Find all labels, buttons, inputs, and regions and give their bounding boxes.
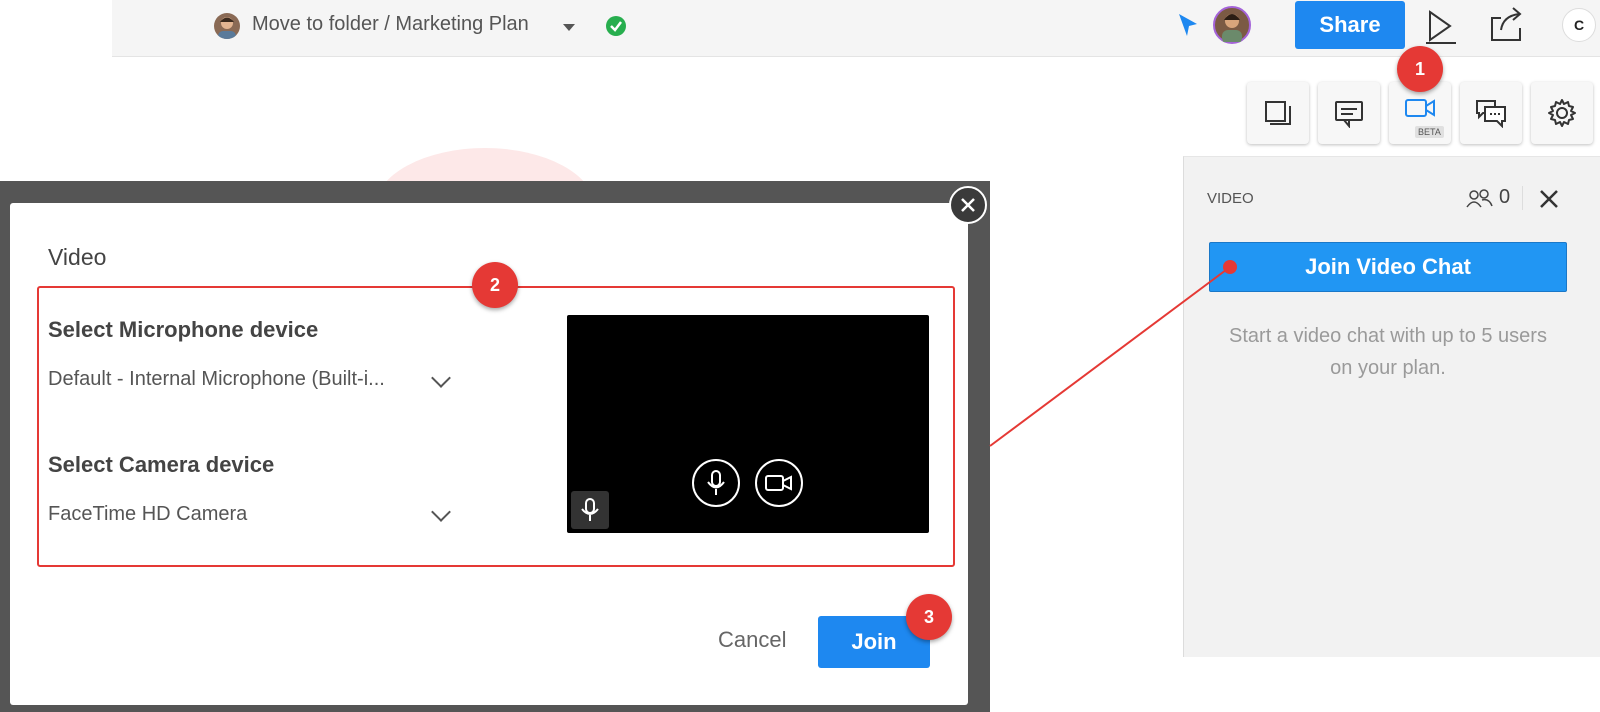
callout-badge: 1	[1397, 46, 1443, 92]
callout-badge: 3	[906, 594, 952, 640]
callout-badge: 2	[472, 262, 518, 308]
callout-connector	[989, 260, 1237, 447]
